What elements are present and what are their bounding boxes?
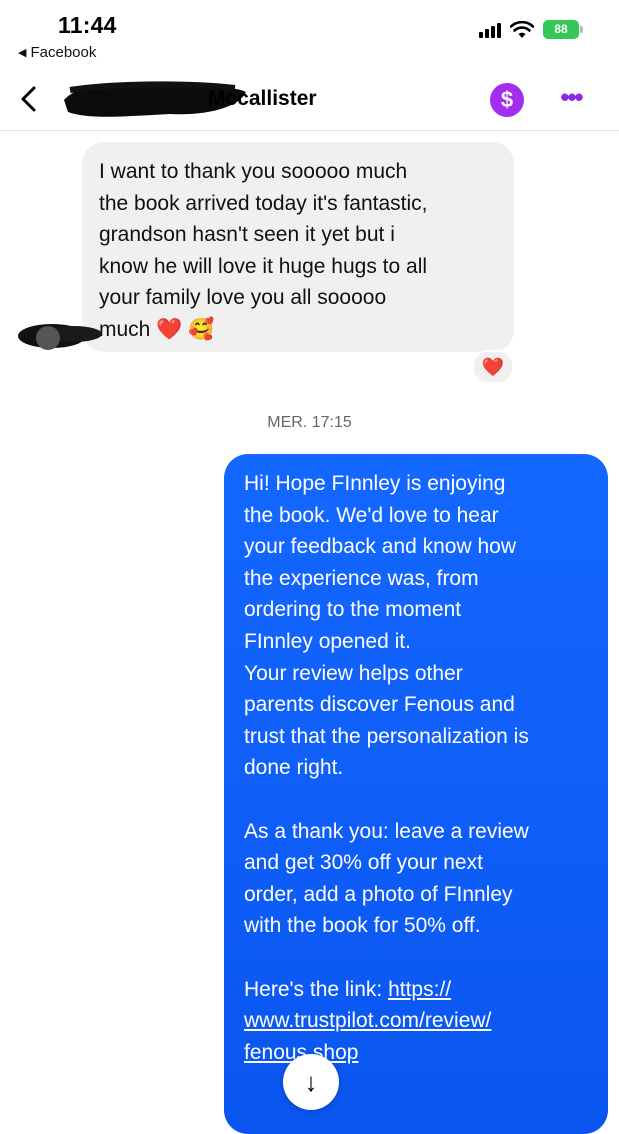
signal-icon <box>479 22 501 38</box>
received-message-text: I want to thank you sooooo much the book… <box>99 160 428 341</box>
received-message-emojis: ❤️ 🥰 <box>156 317 215 341</box>
heart-reaction-badge[interactable]: ❤️ <box>472 350 514 384</box>
back-app-label: Facebook <box>30 44 97 61</box>
contact-name: Mccallister <box>208 87 317 110</box>
wifi-icon <box>510 20 534 38</box>
status-time: 11:44 <box>58 12 117 38</box>
message-timestamp: MER. 17:15 <box>267 414 352 431</box>
sent-message-text: Hi! Hope FInnley is enjoying the book. W… <box>244 472 529 1001</box>
payment-button[interactable]: $ <box>490 83 524 117</box>
more-options-button[interactable]: ••• <box>556 84 586 114</box>
battery-level: 88 <box>554 22 568 36</box>
back-chevron-icon[interactable] <box>14 83 44 115</box>
contact-name-area[interactable]: Mccallister <box>62 82 317 116</box>
status-bar: 11:44 ◀ Facebook 88 <box>0 0 619 70</box>
back-to-app-link[interactable]: ◀ Facebook <box>18 44 96 61</box>
sent-message-bubble[interactable]: Hi! Hope FInnley is enjoying the book. W… <box>224 454 608 1134</box>
received-message-bubble[interactable]: I want to thank you sooooo much the book… <box>82 142 514 352</box>
sender-avatar[interactable] <box>14 316 104 356</box>
battery-icon: 88 <box>543 20 583 39</box>
status-indicators: 88 <box>479 20 583 39</box>
conversation-header: Mccallister $ ••• <box>0 70 619 131</box>
scroll-to-bottom-button[interactable]: ↓ <box>283 1054 339 1110</box>
back-triangle-icon: ◀ <box>18 47 27 59</box>
